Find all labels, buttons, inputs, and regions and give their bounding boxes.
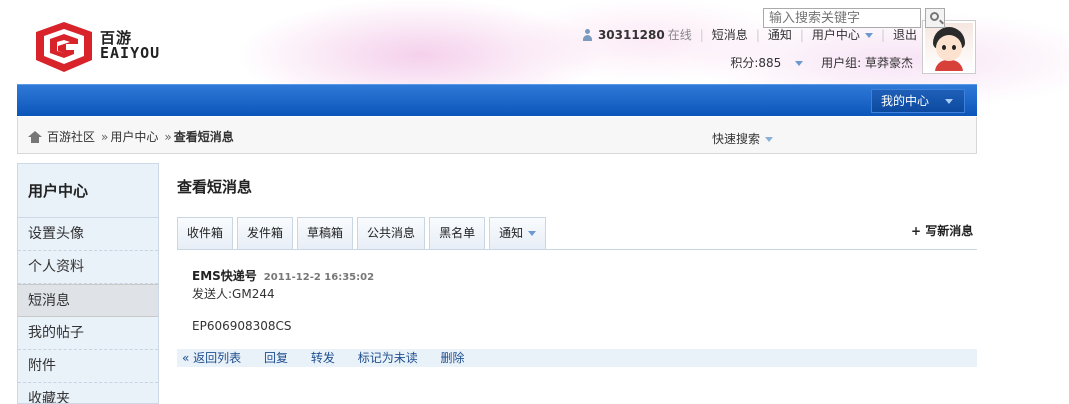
user-center-menu[interactable]: 用户中心 [812,26,873,43]
mark-unread-link[interactable]: 标记为未读 [358,351,418,365]
breadcrumb-bar: 百游社区 » 用户中心 » 查看短消息 快速搜索 [17,117,977,154]
user-center-label: 用户中心 [811,28,860,42]
tab-outbox[interactable]: 发件箱 [237,217,294,250]
message-date: 2011-12-2 16:35:02 [263,272,375,283]
messages-link[interactable]: 短消息 [712,26,748,43]
chevron-down-icon [795,61,804,66]
breadcrumb-separator: » [101,129,109,144]
quick-search-dropdown[interactable]: 快速搜索 [712,130,774,147]
user-stats: 积分:885 用户组: 草莽豪杰 [702,54,913,71]
page-title: 查看短消息 [177,178,253,196]
breadcrumb: 百游社区 » 用户中心 » 查看短消息 [28,128,234,145]
search-button[interactable] [925,8,945,28]
home-icon[interactable] [28,130,42,143]
points-label[interactable]: 积分:885 [716,56,804,70]
chevron-down-icon [945,99,954,104]
sidebar-item-attachments[interactable]: 附件 [18,350,158,383]
user-icon [582,28,593,41]
logo-name-en: EAIYOU [100,44,161,62]
sidebar-title: 用户中心 [18,164,158,218]
search-input[interactable] [763,8,921,28]
tab-divider [177,249,977,250]
sidebar-item-messages[interactable]: 短消息 [18,284,158,317]
notifications-link[interactable]: 通知 [768,26,792,43]
main-nav-bar: 我的中心 [17,84,977,116]
quick-search-label: 快速搜索 [712,132,761,146]
user-id[interactable]: 30311280 [598,28,665,42]
breadcrumb-user-center[interactable]: 用户中心 [110,128,158,145]
sidebar-item-profile[interactable]: 个人资料 [18,251,158,284]
forward-link[interactable]: 转发 [311,351,335,365]
my-center-label: 我的中心 [881,94,930,108]
tab-notifications[interactable]: 通知 [489,217,547,250]
write-new-message-button[interactable]: + 写新消息 [911,222,973,239]
sidebar-item-my-posts[interactable]: 我的帖子 [18,317,158,350]
delete-link[interactable]: 删除 [441,351,465,365]
breadcrumb-current: 查看短消息 [173,130,234,144]
tab-blacklist[interactable]: 黑名单 [429,217,486,250]
divider: | [799,27,804,42]
message-sender: 发送人:GM244 [192,287,275,301]
message-body: EP606908308CS [192,319,292,333]
message-tabs: 收件箱 发件箱 草稿箱 公共消息 黑名单 通知 [177,217,550,250]
reply-link[interactable]: 回复 [264,351,288,365]
back-to-list-link[interactable]: « 返回列表 [182,351,241,365]
tab-notifications-label: 通知 [499,226,524,240]
divider: | [880,27,885,42]
search-icon [930,12,939,21]
breadcrumb-community[interactable]: 百游社区 [47,128,95,145]
message-actions-bar: « 返回列表 回复 转发 标记为未读 删除 [177,349,977,367]
tab-inbox[interactable]: 收件箱 [177,217,234,250]
user-group: 用户组: 草莽豪杰 [821,56,913,70]
user-bar: 30311280 在线 | 短消息 | 通知 | 用户中心 | 退出 [582,26,917,43]
divider: | [699,27,704,42]
chevron-down-icon [864,33,873,38]
my-center-dropdown[interactable]: 我的中心 [871,89,965,113]
logout-link[interactable]: 退出 [893,26,917,43]
online-status: 在线 [667,28,692,42]
avatar[interactable] [922,20,976,74]
sidebar-item-avatar[interactable]: 设置头像 [18,218,158,251]
divider: | [755,27,760,42]
tab-public-messages[interactable]: 公共消息 [357,217,426,250]
avatar-image [925,23,973,71]
chevron-down-icon [765,137,774,142]
tab-drafts[interactable]: 草稿箱 [297,217,354,250]
sidebar-item-favorites[interactable]: 收藏夹 [18,383,158,403]
message-subject: EMS快递号 2011-12-2 16:35:02 [192,267,374,284]
message-subject-text: EMS快递号 [192,269,257,283]
points-value: 积分:885 [730,56,782,70]
sidebar: 用户中心 设置头像 个人资料 短消息 我的帖子 附件 收藏夹 [17,163,159,404]
breadcrumb-separator: » [164,129,172,144]
chevron-down-icon [528,231,537,236]
